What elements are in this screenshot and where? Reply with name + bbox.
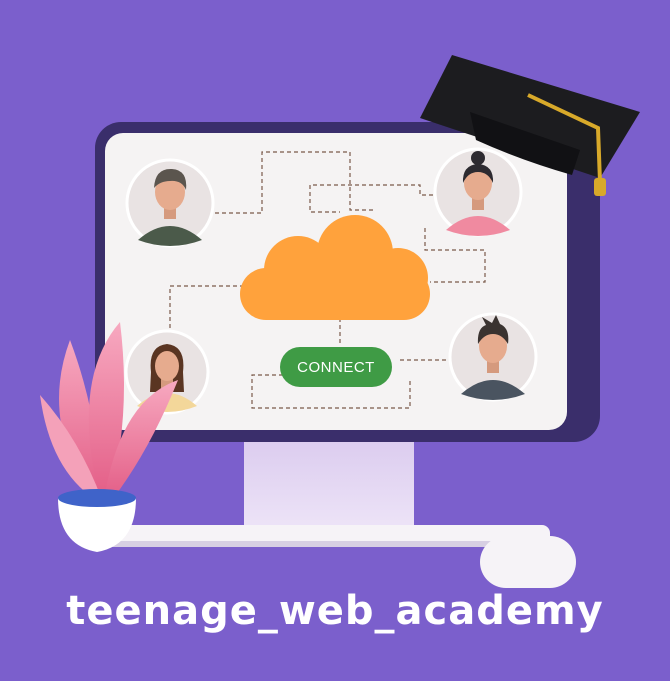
avatar bbox=[448, 312, 538, 402]
mouse-icon bbox=[480, 536, 576, 588]
connect-button-label: CONNECT bbox=[297, 359, 375, 376]
connect-button[interactable]: CONNECT bbox=[280, 347, 392, 387]
academy-title: teenage_web_academy bbox=[66, 588, 604, 634]
illustration: CONNECT bbox=[40, 55, 640, 588]
monitor-stand bbox=[244, 428, 414, 538]
promo-banner: CONNECT teenage_web_academy bbox=[0, 0, 670, 681]
keyboard-icon bbox=[110, 525, 550, 547]
avatar bbox=[433, 147, 523, 237]
avatar bbox=[125, 158, 215, 248]
